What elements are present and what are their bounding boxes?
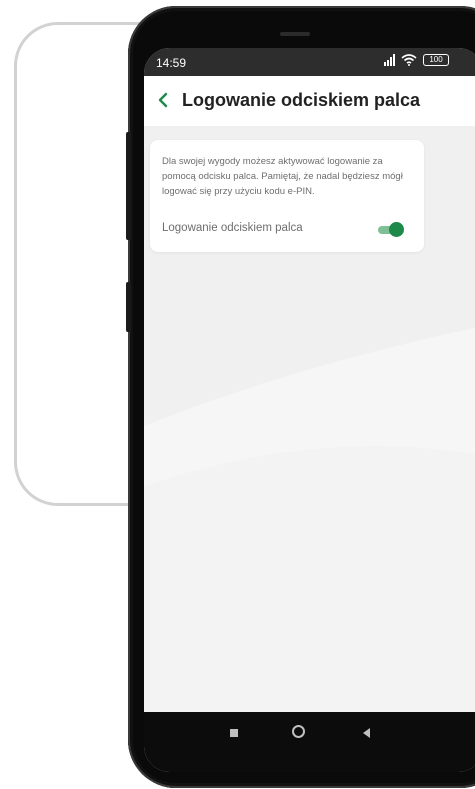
- phone-speaker: [280, 32, 310, 36]
- phone-screen: 14:59 100 Logowanie odciskiem palca Dla …: [144, 48, 475, 772]
- app-header: Logowanie odciskiem palca: [144, 76, 475, 126]
- fingerprint-login-row[interactable]: Logowanie odciskiem palca: [162, 220, 424, 240]
- back-icon[interactable]: [363, 728, 370, 738]
- fingerprint-login-toggle[interactable]: [376, 222, 404, 237]
- wifi-icon: [401, 54, 417, 66]
- chevron-left-icon[interactable]: [152, 88, 176, 112]
- fingerprint-login-label: Logowanie odciskiem palca: [162, 222, 303, 234]
- phone-side-button-upper: [126, 132, 131, 240]
- signal-icon: [384, 54, 395, 66]
- android-nav-bar: [144, 712, 475, 772]
- battery-icon: 100: [423, 54, 449, 66]
- phone-side-button-lower: [126, 282, 131, 332]
- page-title: Logowanie odciskiem palca: [182, 90, 421, 110]
- recents-icon[interactable]: [230, 729, 238, 737]
- card-description: Dla swojej wygody możesz aktywować logow…: [162, 156, 403, 197]
- toggle-thumb: [389, 222, 404, 237]
- status-time: 14:59: [156, 56, 187, 70]
- status-bar: 14:59 100: [144, 48, 475, 76]
- fingerprint-settings-card: Dla swojej wygody możesz aktywować logow…: [150, 140, 424, 252]
- status-icons: 100: [384, 54, 449, 66]
- home-icon[interactable]: [292, 725, 305, 738]
- stage: 14:59 100 Logowanie odciskiem palca Dla …: [0, 0, 475, 789]
